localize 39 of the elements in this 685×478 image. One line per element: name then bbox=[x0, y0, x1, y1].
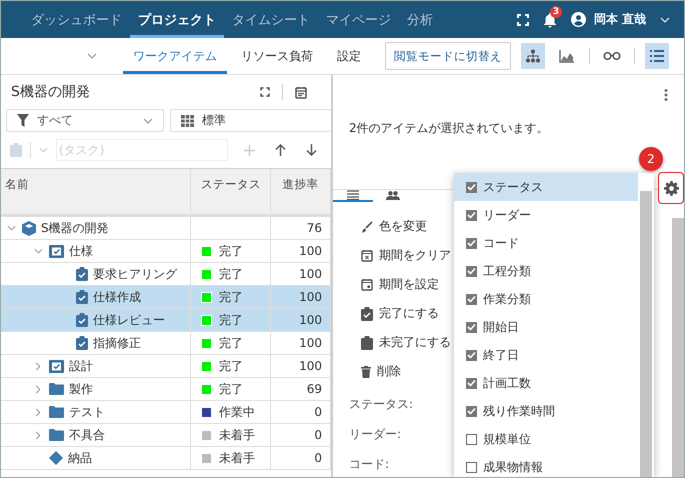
progress-value: 100 bbox=[299, 244, 322, 258]
progress-value: 76 bbox=[306, 221, 322, 235]
item-name: 製作 bbox=[69, 380, 93, 398]
status-text: 完了 bbox=[219, 242, 243, 260]
item-name: S機器の開発 bbox=[41, 220, 109, 236]
field-label: リーダー: bbox=[349, 426, 402, 442]
item-name: 仕様作成 bbox=[93, 288, 141, 306]
item-name: 仕様 bbox=[69, 242, 93, 260]
progress-value: 100 bbox=[299, 290, 322, 304]
status-text: 完了 bbox=[219, 380, 243, 398]
status-text: 完了 bbox=[219, 288, 243, 306]
selection-message: 2件のアイテムが選択されています。 bbox=[349, 120, 549, 137]
status-text: 未着手 bbox=[219, 450, 255, 466]
field-label: コード: bbox=[349, 456, 390, 472]
status-text: 完了 bbox=[219, 334, 243, 352]
status-text: 未着手 bbox=[219, 426, 255, 444]
step-number-badge: 2 bbox=[639, 147, 663, 171]
project-title: S機器の開発 bbox=[11, 83, 90, 101]
item-name: 設計 bbox=[69, 358, 93, 374]
item-name: 要求ヒアリング bbox=[93, 266, 177, 282]
status-text: 完了 bbox=[219, 312, 243, 328]
progress-value: 0 bbox=[314, 451, 322, 465]
item-name: 指摘修正 bbox=[93, 334, 141, 352]
progress-value: 0 bbox=[314, 428, 322, 442]
notification-count-badge: 3 bbox=[550, 6, 562, 18]
item-name: テスト bbox=[69, 404, 105, 420]
progress-value: 100 bbox=[299, 359, 322, 373]
status-text: 完了 bbox=[219, 358, 243, 374]
progress-value: 100 bbox=[299, 267, 322, 281]
progress-value: 69 bbox=[306, 382, 322, 396]
status-text: 作業中 bbox=[219, 404, 255, 420]
status-text: 完了 bbox=[219, 266, 243, 282]
item-name: 仕様レビュー bbox=[93, 312, 165, 328]
item-name: 納品 bbox=[68, 450, 92, 466]
progress-value: 100 bbox=[299, 313, 322, 327]
progress-value: 0 bbox=[314, 405, 322, 419]
item-name: 不具合 bbox=[69, 426, 105, 444]
field-label: ステータス: bbox=[349, 396, 414, 412]
progress-value: 100 bbox=[299, 336, 322, 350]
